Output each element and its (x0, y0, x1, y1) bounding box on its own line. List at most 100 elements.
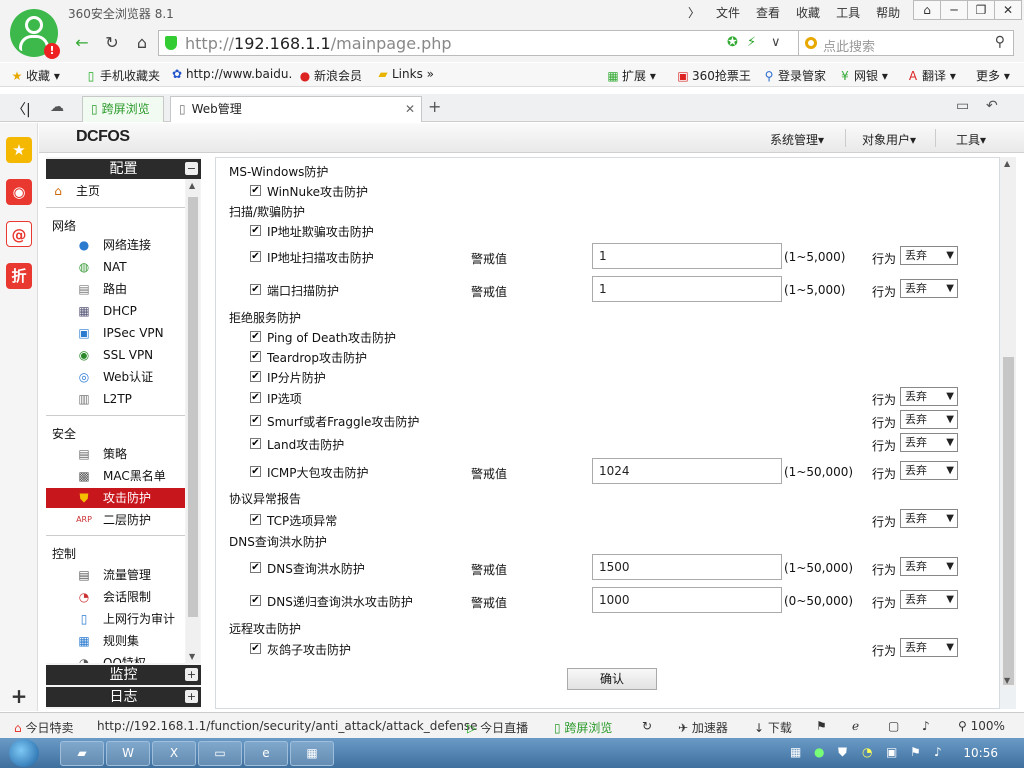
nav-item-attack-defense[interactable]: ⛊ 攻击防护 (46, 488, 185, 508)
dns-flood-action-select[interactable]: 丢弃 ▼ (900, 557, 958, 576)
status-download[interactable]: ↓ 下载 (754, 719, 792, 736)
nav-item-dhcp[interactable]: ▦ DHCP (46, 301, 185, 321)
gray-pigeon-action-select[interactable]: 丢弃 ▼ (900, 638, 958, 657)
bookmark-ticket[interactable]: ▣ 360抢票王 (676, 67, 751, 84)
cloud-icon[interactable]: ☁ (50, 99, 64, 115)
close-button[interactable]: ✕ (994, 0, 1022, 20)
address-bar[interactable]: http://192.168.1.1/mainpage.php ✪ ⚡ ∨ (158, 30, 818, 56)
refresh-icon[interactable]: ↻ (100, 31, 124, 55)
collapse-icon[interactable]: − (185, 162, 198, 175)
status-sale[interactable]: ⌂ 今日特卖 (14, 719, 73, 736)
nav-item-ruleset[interactable]: ▦ 规则集 (46, 631, 185, 651)
bookmark-links[interactable]: ▰ Links » (376, 67, 434, 81)
weibo-icon[interactable]: ◉ (6, 179, 32, 205)
status-zoom[interactable]: ⚲ 100% (958, 719, 1005, 733)
search-input[interactable]: 点此搜索 (823, 36, 875, 55)
nav-monitor-header[interactable]: 监控 + (46, 665, 201, 685)
dns-flood-threshold-input[interactable]: 1500 (592, 554, 782, 580)
header-menu-users[interactable]: 对象用户▾ (862, 131, 916, 148)
search-engine-icon[interactable] (805, 37, 817, 49)
start-button[interactable] (9, 739, 39, 767)
port-scan-action-select[interactable]: 丢弃 ▼ (900, 279, 958, 298)
minimize-button[interactable]: ─ (940, 0, 968, 20)
tray-360-icon[interactable]: ● (814, 745, 824, 759)
nav-item-route[interactable]: ▤ 路由 (46, 279, 185, 299)
header-menu-tools[interactable]: 工具▾ (956, 131, 986, 148)
status-window-icon[interactable]: ▢ (888, 719, 899, 733)
tab-cross-screen[interactable]: ▯ 跨屏浏览 (82, 96, 164, 122)
nav-item-sslvpn[interactable]: ◉ SSL VPN (46, 345, 185, 365)
ip-options-action-select[interactable]: 丢弃 ▼ (900, 387, 958, 406)
tray-shield-icon[interactable]: ⛊ (838, 745, 847, 760)
menu-view[interactable]: 查看 (748, 4, 788, 21)
bookmark-baidu[interactable]: ✿ http://www.baidu. (170, 67, 292, 81)
icmp-checkbox[interactable]: ✔ (250, 466, 261, 477)
chevron-down-icon[interactable]: ∨ (771, 35, 781, 50)
nav-log-header[interactable]: 日志 + (46, 687, 201, 707)
tray-network-icon[interactable]: ▦ (790, 745, 801, 759)
dns-recursive-checkbox[interactable]: ✔ (250, 595, 261, 606)
ping-of-death-checkbox[interactable]: ✔ (250, 331, 261, 342)
taskbar-browser-icon[interactable]: e (244, 741, 288, 766)
land-action-select[interactable]: 丢弃 ▼ (900, 433, 958, 452)
status-live[interactable]: ▷ 今日直播 (467, 719, 528, 736)
nav-item-l2tp[interactable]: ▥ L2TP (46, 389, 185, 409)
tcp-options-action-select[interactable]: 丢弃 ▼ (900, 509, 958, 528)
nav-item-home[interactable]: ⌂ 主页 (46, 181, 185, 201)
nav-item-nat[interactable]: ◍ NAT (46, 257, 185, 277)
close-tab-icon[interactable]: ✕ (405, 97, 415, 121)
menu-favorites[interactable]: 收藏 (788, 4, 828, 21)
bookmark-favorites[interactable]: ★ 收藏 ▾ (10, 67, 60, 84)
tray-monitor-icon[interactable]: ▣ (886, 745, 897, 759)
dns-flood-checkbox[interactable]: ✔ (250, 562, 261, 573)
ip-fragment-checkbox[interactable]: ✔ (250, 371, 261, 382)
nav-item-session-limit[interactable]: ◔ 会话限制 (46, 587, 185, 607)
dns-recursive-threshold-input[interactable]: 1000 (592, 587, 782, 613)
bookmark-translate[interactable]: A 翻译 ▾ (906, 67, 956, 84)
icmp-threshold-input[interactable]: 1024 (592, 458, 782, 484)
tray-volume-icon[interactable]: ♪ (934, 745, 942, 759)
menu-tools[interactable]: 工具 (828, 4, 868, 21)
ip-spoof-checkbox[interactable]: ✔ (250, 225, 261, 236)
status-accelerator[interactable]: ✈ 加速器 (678, 719, 728, 736)
expand-icon[interactable]: + (185, 668, 198, 681)
content-scrollbar[interactable]: ▲ ▼ (1001, 157, 1016, 687)
bookmark-mobile[interactable]: ▯ 手机收藏夹 (84, 67, 160, 84)
tab-list-icon[interactable]: ▭ (956, 98, 969, 114)
address-url[interactable]: http://192.168.1.1/mainpage.php (185, 34, 452, 53)
nav-item-policy[interactable]: ▤ 策略 (46, 444, 185, 464)
nav-item-layer2-defense[interactable]: ARP 二层防护 (46, 510, 185, 530)
icmp-action-select[interactable]: 丢弃 ▼ (900, 461, 958, 480)
port-scan-threshold-input[interactable]: 1 (592, 276, 782, 302)
nav-item-ipsec[interactable]: ▣ IPSec VPN (46, 323, 185, 343)
search-icon[interactable]: ⚲ (995, 34, 1005, 50)
status-flag-icon[interactable]: ⚑ (816, 719, 827, 733)
dns-recursive-action-select[interactable]: 丢弃 ▼ (900, 590, 958, 609)
taskbar-excel-icon[interactable]: X (152, 741, 196, 766)
home-icon[interactable]: ⌂ (130, 31, 154, 55)
smurf-checkbox[interactable]: ✔ (250, 415, 261, 426)
tray-flag-icon[interactable]: ⚑ (910, 745, 921, 759)
nav-item-mac-blacklist[interactable]: ▩ MAC黑名单 (46, 466, 185, 486)
header-menu-system[interactable]: 系统管理▾ (770, 131, 824, 148)
status-cross-screen[interactable]: ▯ 跨屏浏览 (554, 719, 612, 736)
status-sound-icon[interactable]: ♪ (922, 719, 930, 733)
nav-item-web-auth[interactable]: ◎ Web认证 (46, 367, 185, 387)
bookmark-bank[interactable]: ¥ 网银 ▾ (838, 67, 888, 84)
clock[interactable]: 10:56 (963, 746, 998, 760)
taskbar-cmd-icon[interactable]: ▭ (198, 741, 242, 766)
mail-icon[interactable]: @ (6, 221, 32, 247)
taskbar-explorer-icon[interactable]: ▰ (60, 741, 104, 766)
menu-arrow-icon[interactable]: 〉 (680, 4, 708, 21)
nav-item-qq[interactable]: ◕ QQ特权 (46, 653, 185, 663)
bookmark-sina[interactable]: ● 新浪会员 (298, 67, 362, 84)
status-refresh-icon[interactable]: ↻ (642, 719, 652, 733)
taskbar-archive-icon[interactable]: ▦ (290, 741, 334, 766)
sync-icon[interactable]: ✪ (727, 35, 738, 50)
ip-options-checkbox[interactable]: ✔ (250, 392, 261, 403)
gray-pigeon-checkbox[interactable]: ✔ (250, 643, 261, 654)
browser-logo-icon[interactable]: ! (10, 9, 60, 59)
menu-file[interactable]: 文件 (708, 4, 748, 21)
discount-icon[interactable]: 折 (6, 263, 32, 289)
nav-scrollbar[interactable]: ▲ ▼ (186, 179, 200, 663)
